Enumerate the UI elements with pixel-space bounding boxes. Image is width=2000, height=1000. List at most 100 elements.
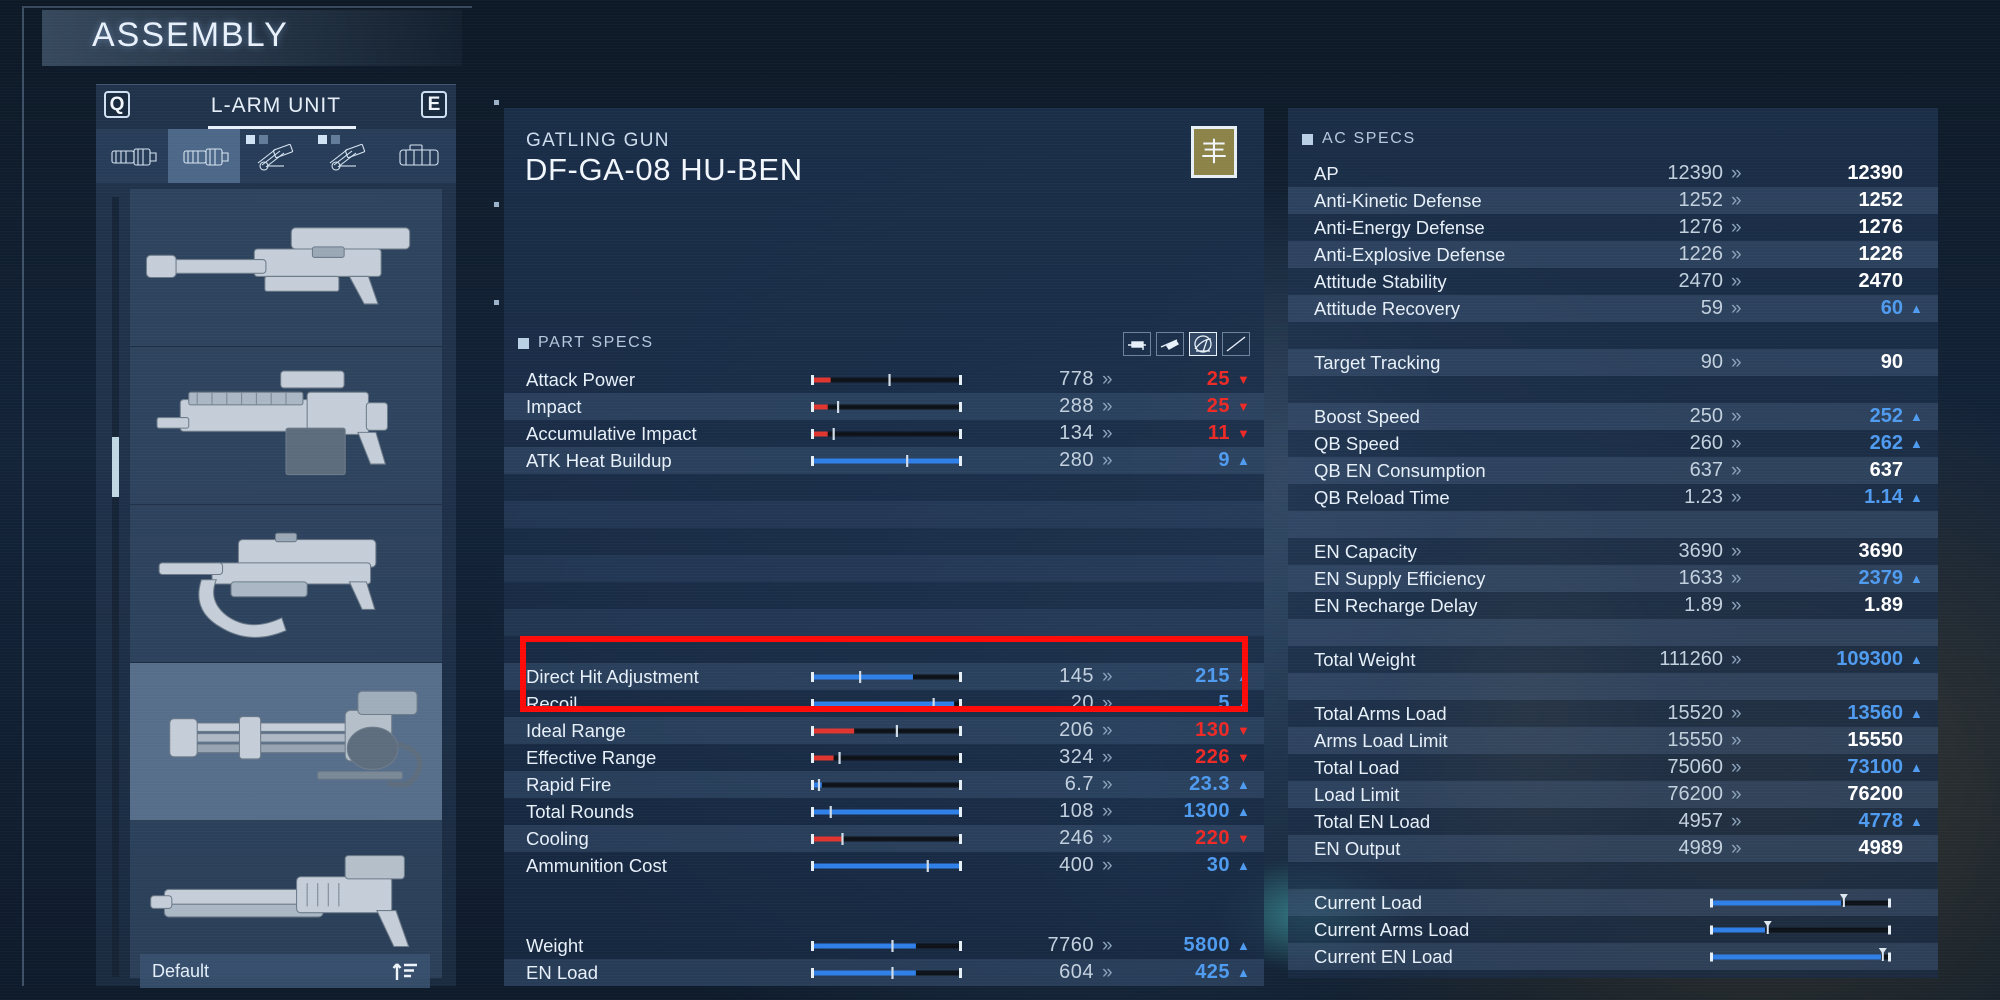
ac-spec-row[interactable]: Attitude Recovery 59 » 60 ▲ xyxy=(1288,295,1938,322)
part-stat-row[interactable]: Ammunition Cost 400 » 30 ▲ xyxy=(504,852,1264,879)
ac-spec-row[interactable]: Attitude Stability 2470 » 2470 xyxy=(1288,268,1938,295)
next-category-key[interactable]: E xyxy=(421,91,447,118)
manufacturer-glyph: 丰 xyxy=(1200,137,1227,167)
ac-spec-row[interactable]: Total Arms Load 15520 » 13560 ▲ xyxy=(1288,700,1938,727)
ac-spec-label: QB Speed xyxy=(1314,432,1400,454)
weapon-view-icon xyxy=(1128,341,1146,350)
section-marker-icon xyxy=(1302,133,1313,145)
ac-spec-new-value: 1.14 xyxy=(1864,486,1903,508)
stat-label: Impact xyxy=(526,395,582,417)
part-list-item[interactable] xyxy=(130,347,442,505)
part-category: GATLING GUN xyxy=(526,130,670,151)
ac-spec-row[interactable]: EN Output 4989 » 4989 xyxy=(1288,835,1938,862)
ac-load-gauge-row[interactable]: Current EN Load xyxy=(1288,943,1938,970)
ac-spec-row[interactable]: Anti-Kinetic Defense 1252 » 1252 xyxy=(1288,187,1938,214)
ac-load-gauge-label: Current Arms Load xyxy=(1314,918,1470,940)
ac-spec-row[interactable]: Total Weight 111260 » 109300 ▲ xyxy=(1288,646,1938,673)
ac-spec-row[interactable]: EN Capacity 3690 » 3690 xyxy=(1288,538,1938,565)
weapon-view-icon-button[interactable] xyxy=(1123,332,1151,356)
stat-change-arrow-icon: » xyxy=(1102,719,1113,741)
ac-spec-row[interactable]: Total Load 75060 » 73100 ▲ xyxy=(1288,754,1938,781)
missile-launcher-icon xyxy=(257,143,294,171)
ac-spec-change-arrow-icon: » xyxy=(1731,297,1742,319)
part-list-item[interactable] xyxy=(130,189,442,347)
ac-spec-row[interactable]: Total EN Load 4957 » 4778 ▲ xyxy=(1288,808,1938,835)
part-stat-row[interactable]: Recoil 20 » 5 ▲ xyxy=(504,690,1264,717)
tab-shoulder[interactable] xyxy=(384,129,456,183)
stat-change-arrow-icon: » xyxy=(1102,773,1113,795)
part-stat-row[interactable]: Impact 288 » 25 ▼ xyxy=(504,393,1264,420)
ac-spec-current-value: 76200 xyxy=(1667,783,1723,805)
ac-spec-label: AP xyxy=(1314,162,1339,184)
part-load-stat-row[interactable]: EN Load 604 » 425 ▲ xyxy=(504,959,1264,986)
ac-spec-row[interactable]: QB Speed 260 » 262 ▲ xyxy=(1288,430,1938,457)
ac-spec-row[interactable]: EN Recharge Delay 1.89 » 1.89 xyxy=(1288,592,1938,619)
part-list-item[interactable] xyxy=(130,663,442,821)
part-stat-row[interactable]: Cooling 246 » 220 ▼ xyxy=(504,825,1264,852)
ac-spec-current-value: 90 xyxy=(1700,351,1723,373)
ac-spec-row[interactable]: Target Tracking 90 » 90 xyxy=(1288,349,1938,376)
stat-new-value: 215 xyxy=(1195,665,1230,687)
sort-control[interactable]: Default xyxy=(140,954,430,988)
part-stat-row[interactable]: Rapid Fire 6.7 » 23.3 ▲ xyxy=(504,771,1264,798)
part-stat-row[interactable]: Direct Hit Adjustment 145 » 215 ▲ xyxy=(504,663,1264,690)
part-stat-row[interactable]: Effective Range 324 » 226 ▼ xyxy=(504,744,1264,771)
ac-spec-row[interactable]: Anti-Explosive Defense 1226 » 1226 xyxy=(1288,241,1938,268)
ac-spec-label: EN Recharge Delay xyxy=(1314,594,1478,616)
stat-change-arrow-icon: » xyxy=(1102,665,1113,687)
stat-new-value: 25 xyxy=(1206,368,1230,390)
ac-spec-label: Target Tracking xyxy=(1314,351,1441,373)
stat-new-value: 5 xyxy=(1218,692,1230,714)
part-stat-row[interactable]: Ideal Range 206 » 130 ▼ xyxy=(504,717,1264,744)
tab-arm-unit-1[interactable] xyxy=(96,129,168,183)
ac-spec-row[interactable]: AP 12390 » 12390 xyxy=(1288,160,1938,187)
stat-change-arrow-icon: » xyxy=(1102,422,1113,444)
stat-label: Direct Hit Adjustment xyxy=(526,665,699,687)
ac-spec-row[interactable]: QB Reload Time 1.23 » 1.14 ▲ xyxy=(1288,484,1938,511)
stat-trend-icon: ▲ xyxy=(1237,777,1250,792)
part-stat-row[interactable]: Total Rounds 108 » 1300 ▲ xyxy=(504,798,1264,825)
range-radar-icon-button[interactable] xyxy=(1189,332,1217,356)
part-list-item[interactable] xyxy=(130,505,442,663)
ac-specs-panel: AC SPECS AP 12390 » 12390 Anti-Kinetic Defen… xyxy=(1288,108,1938,978)
ac-spec-label: EN Supply Efficiency xyxy=(1314,567,1486,589)
stat-change-arrow-icon: » xyxy=(1102,854,1113,876)
part-stat-spacer-row xyxy=(504,609,1264,636)
graph-compare-icon-button[interactable] xyxy=(1222,332,1250,356)
tab-arm-unit-2[interactable] xyxy=(168,129,240,183)
ac-spec-spacer-row xyxy=(1288,376,1938,403)
part-stat-row[interactable]: Attack Power 778 » 25 ▼ xyxy=(504,366,1264,393)
part-weight-stats-list: Weight 7760 » 5800 ▲ EN Load 604 » 425 ▲ xyxy=(504,932,1264,986)
weapon-angle-view-icon-button[interactable] xyxy=(1156,332,1184,356)
ac-spec-current-value: 250 xyxy=(1689,405,1723,427)
stat-new-value: 220 xyxy=(1195,827,1230,849)
ac-spec-label: Anti-Energy Defense xyxy=(1314,216,1485,238)
ac-spec-row[interactable]: Load Limit 76200 » 76200 xyxy=(1288,781,1938,808)
ac-spec-spacer-row xyxy=(1288,862,1938,889)
ac-spec-row[interactable]: Boost Speed 250 » 252 ▲ xyxy=(1288,403,1938,430)
ac-spec-trend-icon: ▲ xyxy=(1910,571,1923,586)
ac-spec-current-value: 15520 xyxy=(1667,702,1723,724)
part-stat-row[interactable]: ATK Heat Buildup 280 » 9 ▲ xyxy=(504,447,1264,474)
ac-spec-row[interactable]: EN Supply Efficiency 1633 » 2379 ▲ xyxy=(1288,565,1938,592)
stat-trend-icon: ▼ xyxy=(1237,399,1250,414)
part-list xyxy=(106,189,446,979)
part-stat-row[interactable]: Accumulative Impact 134 » 11 ▼ xyxy=(504,420,1264,447)
stat-gauge xyxy=(809,803,964,821)
stat-trend-icon: ▲ xyxy=(1237,965,1250,980)
ac-load-gauge-row[interactable]: Current Arms Load xyxy=(1288,916,1938,943)
shoulder-unit-icon xyxy=(399,144,439,166)
ac-load-gauge-label: Current EN Load xyxy=(1314,945,1453,967)
arm-unit-icon xyxy=(111,148,157,166)
part-list-scrollbar-thumb[interactable] xyxy=(112,437,119,497)
ac-load-gauge-row[interactable]: Current Load xyxy=(1288,889,1938,916)
part-load-stat-row[interactable]: Weight 7760 » 5800 ▲ xyxy=(504,932,1264,959)
ac-spec-row[interactable]: Anti-Energy Defense 1276 » 1276 xyxy=(1288,214,1938,241)
ac-spec-row[interactable]: Arms Load Limit 15550 » 15550 xyxy=(1288,727,1938,754)
tab-missile-2[interactable] xyxy=(312,129,384,183)
part-list-scrollbar-track[interactable] xyxy=(112,197,119,977)
tab-missile-1[interactable] xyxy=(240,129,312,183)
ac-spec-new-value: 2470 xyxy=(1858,270,1904,292)
ac-spec-row[interactable]: QB EN Consumption 637 » 637 xyxy=(1288,457,1938,484)
ac-spec-change-arrow-icon: » xyxy=(1731,189,1742,211)
